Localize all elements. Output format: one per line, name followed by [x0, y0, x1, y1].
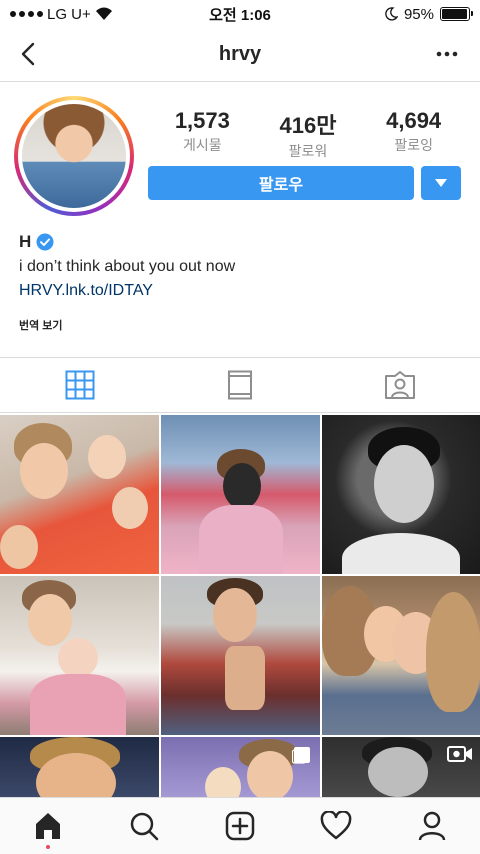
grid-icon [65, 370, 95, 400]
follow-button[interactable]: 팔로우 [148, 166, 414, 200]
profile-header: hrvy [0, 28, 480, 82]
notification-dot [46, 845, 50, 849]
carrier-label: LG U+ [47, 5, 91, 23]
post-thumbnail[interactable] [322, 576, 480, 735]
bio-text: i don’t think about you out now [19, 258, 236, 275]
suggestions-dropdown-button[interactable] [421, 166, 461, 200]
search-icon [130, 812, 159, 841]
followers-count: 416만 [279, 113, 337, 138]
posts-label: 게시물 [183, 137, 222, 153]
post-thumbnail[interactable] [322, 415, 480, 574]
bottom-navigation [0, 797, 480, 854]
bio-link[interactable]: HRVY.lnk.to/IDTAY [19, 282, 153, 300]
following-count: 4,694 [386, 108, 442, 133]
back-button[interactable] [14, 40, 42, 68]
post-thumbnail[interactable] [0, 576, 159, 735]
avatar [22, 104, 126, 208]
chevron-left-icon [21, 42, 35, 66]
header-username: hrvy [218, 43, 262, 65]
battery-percent: 95% [403, 5, 434, 23]
profile-name: H [19, 232, 54, 252]
nav-activity[interactable] [288, 798, 384, 854]
nav-add-post[interactable] [192, 798, 288, 854]
home-icon [36, 813, 60, 839]
following-stat[interactable]: 4,694 팔로잉 [386, 108, 441, 161]
add-post-icon [225, 811, 255, 841]
multiple-photos-icon [292, 747, 310, 764]
posts-stat[interactable]: 1,573 게시물 [175, 108, 230, 161]
profile-icon [418, 811, 446, 841]
profile-stats: 1,573 게시물 416만 팔로워 4,694 팔로잉 [150, 108, 466, 161]
tab-tagged[interactable] [320, 358, 480, 412]
posts-count: 1,573 [174, 108, 230, 133]
signal-icon [10, 11, 43, 17]
moon-icon [385, 7, 398, 21]
tab-feed[interactable] [160, 358, 320, 412]
video-icon [447, 746, 472, 762]
triangle-down-icon [435, 179, 447, 187]
tagged-icon [385, 371, 415, 399]
feed-icon [228, 370, 252, 400]
photo-grid [0, 415, 480, 797]
battery-icon [440, 7, 473, 21]
nav-profile[interactable] [384, 798, 480, 854]
more-dots-icon [436, 51, 458, 57]
followers-label: 팔로워 [288, 143, 328, 159]
nav-home[interactable] [0, 798, 96, 854]
verified-badge-icon [36, 233, 54, 251]
tab-grid[interactable] [0, 358, 160, 412]
translate-link[interactable]: 번역 보기 [19, 317, 63, 333]
more-options-button[interactable] [432, 40, 462, 68]
wifi-icon [95, 7, 112, 20]
followers-stat[interactable]: 416만 팔로워 [280, 108, 337, 161]
status-bar: LG U+ 오전 1:06 95% [0, 0, 480, 28]
post-thumbnail[interactable] [161, 415, 320, 574]
status-right: 95% [384, 5, 473, 23]
post-thumbnail[interactable] [0, 415, 159, 574]
post-thumbnail[interactable] [161, 576, 320, 735]
post-thumbnail[interactable] [322, 737, 480, 797]
status-left: LG U+ [10, 6, 113, 23]
story-ring[interactable] [14, 96, 134, 216]
heart-icon [320, 811, 352, 840]
post-thumbnail[interactable] [161, 737, 320, 797]
profile-tabs [0, 357, 480, 413]
battery-fill [442, 9, 467, 19]
nav-search[interactable] [96, 798, 192, 854]
following-label: 팔로잉 [394, 137, 433, 153]
post-thumbnail[interactable] [0, 737, 159, 797]
display-name: H [19, 232, 32, 251]
